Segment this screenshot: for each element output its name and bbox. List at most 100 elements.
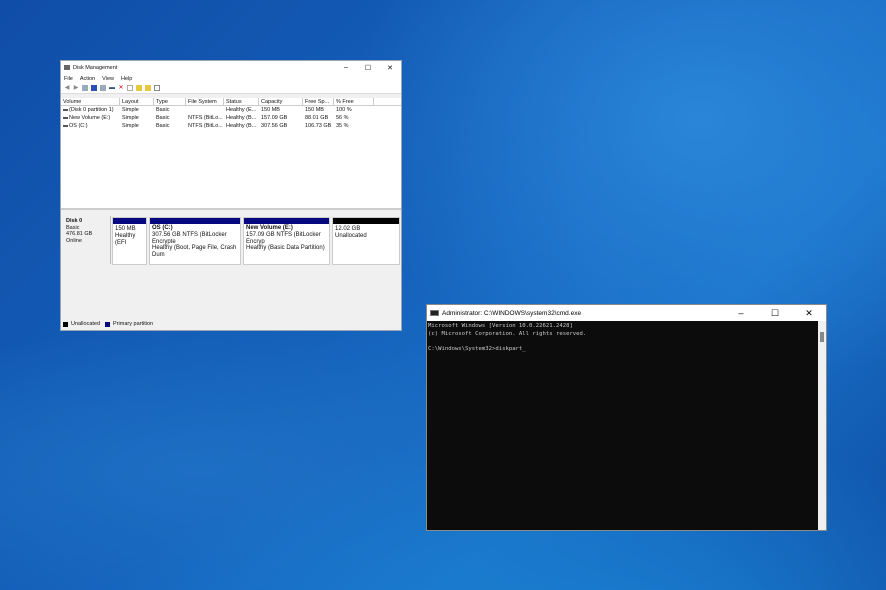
- cell: 307.56 GB: [261, 123, 288, 129]
- col-percent-free[interactable]: % Free: [334, 97, 374, 106]
- cell: 35 %: [336, 123, 349, 129]
- disk-label[interactable]: Disk 0 Basic 476.81 GB Online: [62, 216, 111, 264]
- console-output[interactable]: Microsoft Windows [Version 10.0.22621.24…: [427, 321, 826, 355]
- disk-type: Basic: [66, 224, 80, 231]
- col-free-space[interactable]: Free Sp...: [303, 97, 334, 106]
- console-line: (c) Microsoft Corporation. All rights re…: [428, 330, 587, 337]
- scrollbar[interactable]: [818, 321, 826, 530]
- col-volume[interactable]: Volume: [61, 97, 120, 106]
- list-header: Volume Layout Type File System Status Ca…: [61, 97, 401, 106]
- partition-status: Healthy (EFI: [115, 232, 136, 246]
- app-icon: [64, 65, 70, 70]
- cell: Simple: [122, 115, 139, 121]
- cell: Basic: [156, 107, 170, 113]
- cell: Basic: [156, 123, 170, 129]
- scrollbar-thumb[interactable]: [820, 332, 824, 342]
- drive-icon: [63, 124, 68, 127]
- col-layout[interactable]: Layout: [120, 97, 154, 106]
- cmd-icon: [430, 310, 439, 316]
- window-title: Disk Management: [73, 64, 118, 71]
- help-icon[interactable]: [91, 85, 97, 91]
- disk-size: 476.81 GB: [66, 231, 93, 237]
- cell: NTFS (BitLo...: [188, 123, 223, 129]
- partition-unallocated[interactable]: 12.02 GB Unallocated: [332, 217, 400, 265]
- minimize-button[interactable]: –: [335, 64, 357, 72]
- legend-unallocated: Unallocated: [71, 321, 101, 327]
- cell: Healthy (B...: [226, 123, 257, 129]
- menu-action[interactable]: Action: [80, 76, 95, 82]
- table-row[interactable]: (Disk 0 partition 1) Simple Basic Health…: [61, 106, 401, 114]
- folder-up-icon[interactable]: [136, 85, 142, 91]
- maximize-button[interactable]: ☐: [758, 308, 792, 319]
- cell: 150 MB: [305, 107, 324, 113]
- legend-primary: Primary partition: [113, 321, 154, 327]
- cell: 150 MB: [261, 107, 280, 113]
- cell: Simple: [122, 123, 139, 129]
- cell: New Volume (E:): [69, 115, 111, 121]
- minimize-button[interactable]: –: [724, 308, 758, 319]
- cmd-window: Administrator: C:\WINDOWS\system32\cmd.e…: [426, 304, 827, 531]
- volume-list: Volume Layout Type File System Status Ca…: [61, 97, 401, 210]
- disk-name: Disk 0: [66, 218, 83, 224]
- view-icon[interactable]: [154, 85, 160, 91]
- maximize-button[interactable]: ☐: [357, 64, 379, 72]
- disk-status: Online: [66, 237, 82, 244]
- toolbar: ◀ ▶ ▬ ✕: [61, 83, 401, 94]
- partition-os[interactable]: OS (C:) 307.56 GB NTFS (BitLocker Encrypt…: [149, 217, 241, 265]
- delete-icon[interactable]: ✕: [118, 85, 124, 91]
- menu-help[interactable]: Help: [121, 76, 132, 82]
- disk-map: Disk 0 Basic 476.81 GB Online 150 MB Heal…: [61, 213, 401, 267]
- back-icon[interactable]: ◀: [64, 85, 70, 91]
- console-tree-icon[interactable]: [82, 85, 88, 91]
- cell: Basic: [156, 115, 170, 121]
- cell: 88.01 GB: [305, 115, 329, 121]
- title-bar[interactable]: Disk Management – ☐ ✕: [61, 61, 401, 74]
- unallocated-swatch: [63, 321, 68, 327]
- cell: 157.09 GB: [261, 115, 288, 121]
- partition-size: 150 MB: [115, 226, 136, 232]
- table-row[interactable]: New Volume (E:) Simple Basic NTFS (BitLo…: [61, 114, 401, 122]
- col-capacity[interactable]: Capacity: [259, 97, 303, 106]
- cell: OS (C:): [69, 123, 88, 129]
- connect-icon[interactable]: ▬: [109, 85, 115, 91]
- table-row[interactable]: OS (C:) Simple Basic NTFS (BitLo... Heal…: [61, 122, 401, 130]
- col-type[interactable]: Type: [154, 97, 186, 106]
- menu-view[interactable]: View: [102, 76, 114, 82]
- drive-icon: [63, 116, 68, 119]
- disk-management-window: Disk Management – ☐ ✕ File Action View Hel…: [60, 60, 402, 331]
- partition-size: 12.02 GB: [335, 226, 361, 232]
- legend: Unallocated Primary partition: [63, 321, 153, 327]
- partition-efi[interactable]: 150 MB Healthy (EFI: [112, 217, 147, 265]
- cell: Simple: [122, 107, 139, 113]
- partition-name: OS (C:): [152, 225, 173, 231]
- console-prompt: C:\Windows\System32>diskpart: [428, 345, 523, 352]
- forward-icon[interactable]: ▶: [73, 85, 79, 91]
- cell: 106.73 GB: [305, 123, 332, 129]
- partition-status: Healthy (Basic Data Partition): [246, 245, 325, 252]
- close-button[interactable]: ✕: [792, 308, 826, 319]
- cursor: _: [522, 345, 526, 352]
- cell: Healthy (E...: [226, 107, 257, 113]
- cell: 56 %: [336, 115, 349, 121]
- title-bar[interactable]: Administrator: C:\WINDOWS\system32\cmd.e…: [427, 305, 826, 321]
- check-icon[interactable]: [127, 85, 133, 91]
- menu-bar: File Action View Help: [61, 74, 401, 83]
- col-status[interactable]: Status: [224, 97, 259, 106]
- primary-swatch: [105, 321, 111, 327]
- cell: Healthy (B...: [226, 115, 257, 121]
- cell: NTFS (BitLo...: [188, 115, 223, 121]
- window-title: Administrator: C:\WINDOWS\system32\cmd.e…: [442, 309, 582, 317]
- partition-name: New Volume (E:): [246, 225, 293, 231]
- partition-size: 307.56 GB NTFS (BitLocker Encrypte: [152, 231, 227, 245]
- menu-file[interactable]: File: [64, 76, 73, 82]
- col-filesystem[interactable]: File System: [186, 97, 224, 106]
- close-button[interactable]: ✕: [379, 64, 401, 72]
- cell: (Disk 0 partition 1): [69, 107, 114, 113]
- partition-new-volume[interactable]: New Volume (E:) 157.09 GB NTFS (BitLocker…: [243, 217, 330, 265]
- search-folder-icon[interactable]: [145, 85, 151, 91]
- properties-icon[interactable]: [100, 85, 106, 91]
- partition-size: 157.09 GB NTFS (BitLocker Encryp: [246, 231, 321, 245]
- drive-icon: [63, 108, 68, 111]
- console-line: Microsoft Windows [Version 10.0.22621.24…: [428, 323, 573, 329]
